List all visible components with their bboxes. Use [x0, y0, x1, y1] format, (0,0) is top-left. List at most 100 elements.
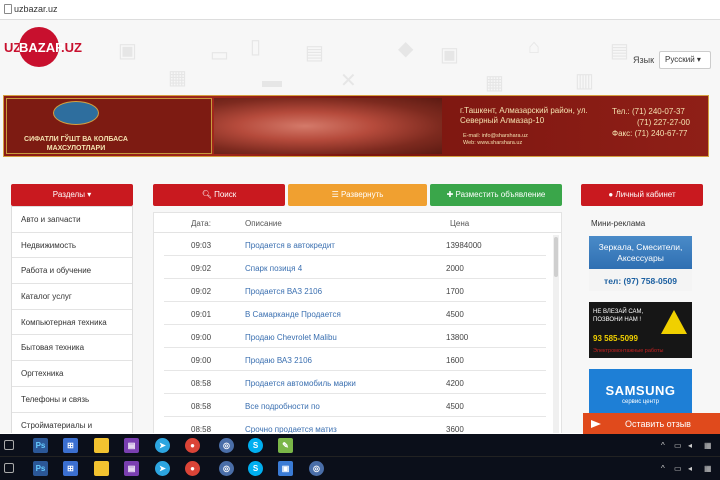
page-content: ▣ ▭ ▯ ▤ ◆ ▣ ⌂ ▤ ▦ ✕ ▦ ▥ ▬ UZ BAZAR .UZ Я…	[0, 20, 720, 433]
feedback-button[interactable]: Оставить отзыв	[583, 413, 720, 435]
task-view-icon[interactable]	[4, 440, 14, 450]
banner-phone-2: (71) 227-27-00	[637, 118, 690, 127]
ad1-phone: тел: (97) 758-0509	[604, 276, 677, 286]
column-description: Описание	[245, 219, 282, 228]
row-description-link[interactable]: Срочно продается матиз	[245, 425, 337, 433]
sidebar-item-services[interactable]: Каталог услуг	[12, 284, 132, 310]
row-time: 08:58	[191, 402, 212, 411]
sidebar-item-appliances[interactable]: Бытовая техника	[12, 335, 132, 362]
url-text[interactable]: uzbazar.uz	[14, 4, 58, 14]
skype-icon[interactable]: S	[248, 438, 263, 453]
tray-volume-icon[interactable]: ◂	[688, 464, 692, 473]
sidebar-item-computers[interactable]: Компьютерная техника	[12, 310, 132, 336]
browser-address-bar[interactable]: uzbazar.uz	[0, 0, 720, 20]
row-time: 09:02	[191, 264, 212, 273]
ad3-subtitle: сервис центр	[622, 399, 659, 405]
table-row[interactable]: 09:03 Продается в автокредит 13984000	[164, 233, 546, 256]
banner-product-image	[214, 98, 442, 154]
banner-phone-1: Тел.: (71) 240-07-37	[612, 107, 685, 116]
tray-network-icon[interactable]: ▭	[674, 441, 682, 450]
language-label: Язык	[633, 55, 655, 65]
language-select[interactable]: Русский ▾	[659, 51, 711, 69]
row-price: 13984000	[446, 241, 482, 250]
table-row[interactable]: 09:00 Продаю ВАЗ 2106 1600	[164, 348, 546, 371]
photo-viewer-icon[interactable]: ▣	[278, 461, 293, 476]
page-icon	[4, 4, 12, 14]
search-button[interactable]: 🔍︎ Поиск	[153, 184, 285, 206]
row-description-link[interactable]: Продаю ВАЗ 2106	[245, 356, 312, 365]
tray-arrow-icon[interactable]: ^	[661, 464, 665, 473]
post-ad-button[interactable]: ✚ Разместить объявление	[430, 184, 562, 206]
network-icon[interactable]: ⊞	[63, 461, 78, 476]
tray-volume-icon[interactable]: ◂	[688, 441, 692, 450]
banner-phones: Тел.: (71) 240-07-37 (71) 227-27-00 Факс…	[612, 106, 690, 139]
mini-ad-samsung[interactable]: SAMSUNG сервис центр	[589, 369, 692, 415]
task-view-icon[interactable]	[4, 463, 14, 473]
banner-slogan: СИФАТЛИ ГЎШТ ВА КОЛБАСА МАХСУЛОТЛАРИ	[24, 136, 128, 152]
tray-keyboard-icon[interactable]: ▦	[704, 441, 712, 450]
row-description-link[interactable]: Продается ВАЗ 2106	[245, 287, 322, 296]
archive-icon[interactable]: ▤	[124, 461, 139, 476]
telegram-icon[interactable]: ➤	[155, 461, 170, 476]
table-row[interactable]: 08:58 Срочно продается матиз 3600	[164, 417, 546, 433]
sidebar-item-realty[interactable]: Недвижимость	[12, 233, 132, 259]
sidebar-item-jobs[interactable]: Работа и обучение	[12, 258, 132, 285]
sidebar-item-phones[interactable]: Телефоны и связь	[12, 387, 132, 413]
row-price: 4200	[446, 379, 464, 388]
folder-icon[interactable]	[94, 461, 109, 476]
cap-icon: ◆	[398, 38, 414, 60]
table-scrollbar[interactable]	[553, 235, 559, 433]
table-row[interactable]: 08:58 Все подробности по 4500	[164, 394, 546, 417]
telegram-icon[interactable]: ➤	[155, 438, 170, 453]
table-row[interactable]: 09:02 Продается ВАЗ 2106 1700	[164, 279, 546, 302]
network-icon[interactable]: ⊞	[63, 438, 78, 453]
paint-icon[interactable]: ✎	[278, 438, 293, 453]
book-icon: ▤	[305, 42, 324, 64]
sidebar-item-auto[interactable]: Авто и запчасти	[12, 207, 132, 233]
chrome-icon[interactable]: ●	[185, 438, 200, 453]
site-logo[interactable]: UZ BAZAR .UZ	[4, 25, 82, 71]
column-date: Дата:	[191, 219, 211, 228]
list-icon: ☰	[331, 190, 341, 199]
ad2-subtitle: Электромонтажные работы	[593, 348, 664, 354]
sidebar-item-office[interactable]: Оргтехника	[12, 361, 132, 387]
tray-network-icon[interactable]: ▭	[674, 464, 682, 473]
expand-button[interactable]: ☰ Развернуть	[288, 184, 427, 206]
plus-icon: ✚	[446, 190, 456, 199]
row-description-link[interactable]: Все подробности по	[245, 402, 320, 411]
personal-cabinet-button[interactable]: ● Личный кабинет	[581, 184, 703, 206]
photoshop-icon[interactable]: Ps	[33, 461, 48, 476]
mini-ad-electrician[interactable]: НЕ ВЛЕЗАЙ САМ, ПОЗВОНИ НАМ ! 93 585-5099…	[589, 302, 692, 358]
tray-arrow-icon[interactable]: ^	[661, 441, 665, 450]
mini-ad-mirrors[interactable]: Зеркала, Смесители, Аксессуары тел: (97)…	[589, 236, 692, 291]
row-description-link[interactable]: Продается автомобиль марки	[245, 379, 356, 388]
tray-keyboard-icon[interactable]: ▦	[704, 464, 712, 473]
ad1-title: Зеркала, Смесители, Аксессуары	[598, 242, 683, 263]
cabinet-label: Личный кабинет	[615, 190, 676, 199]
globe-icon[interactable]: ◎	[219, 438, 234, 453]
sidebar-item-building[interactable]: Стройматериалы и	[12, 413, 132, 434]
photoshop-icon[interactable]: Ps	[33, 438, 48, 453]
table-row[interactable]: 09:00 Продаю Chevrolet Malibu 13800	[164, 325, 546, 348]
ad2-phone: 93 585-5099	[593, 334, 638, 343]
banner-contacts: E-mail: info@sharshara.uz Web: www.shars…	[463, 133, 528, 147]
row-description-link[interactable]: Продаю Chevrolet Malibu	[245, 333, 337, 342]
chrome-icon[interactable]: ●	[185, 461, 200, 476]
advertising-banner[interactable]: СИФАТЛИ ГЎШТ ВА КОЛБАСА МАХСУЛОТЛАРИ г.Т…	[3, 95, 709, 157]
sections-dropdown-button[interactable]: Разделы ▾	[11, 184, 133, 206]
row-description-link[interactable]: Спарк позиця 4	[245, 264, 302, 273]
taskbar-bottom: Ps ⊞ ▤ ➤ ● ◎ S ▣ ◎ ^ ▭ ◂ ▦	[0, 457, 720, 480]
folder-icon[interactable]	[94, 438, 109, 453]
table-row[interactable]: 08:58 Продается автомобиль марки 4200	[164, 371, 546, 394]
table-row[interactable]: 09:01 В Самарканде Продается 4500	[164, 302, 546, 325]
globe-icon[interactable]: ◎	[309, 461, 324, 476]
row-description-link[interactable]: В Самарканде Продается	[245, 310, 341, 319]
table-row[interactable]: 09:02 Спарк позиця 4 2000	[164, 256, 546, 279]
row-price: 13800	[446, 333, 469, 342]
archive-icon[interactable]: ▤	[124, 438, 139, 453]
skype-icon[interactable]: S	[248, 461, 263, 476]
car-icon: ▬	[262, 70, 282, 92]
row-description-link[interactable]: Продается в автокредит	[245, 241, 335, 250]
globe-icon[interactable]: ◎	[219, 461, 234, 476]
send-icon	[591, 420, 601, 428]
